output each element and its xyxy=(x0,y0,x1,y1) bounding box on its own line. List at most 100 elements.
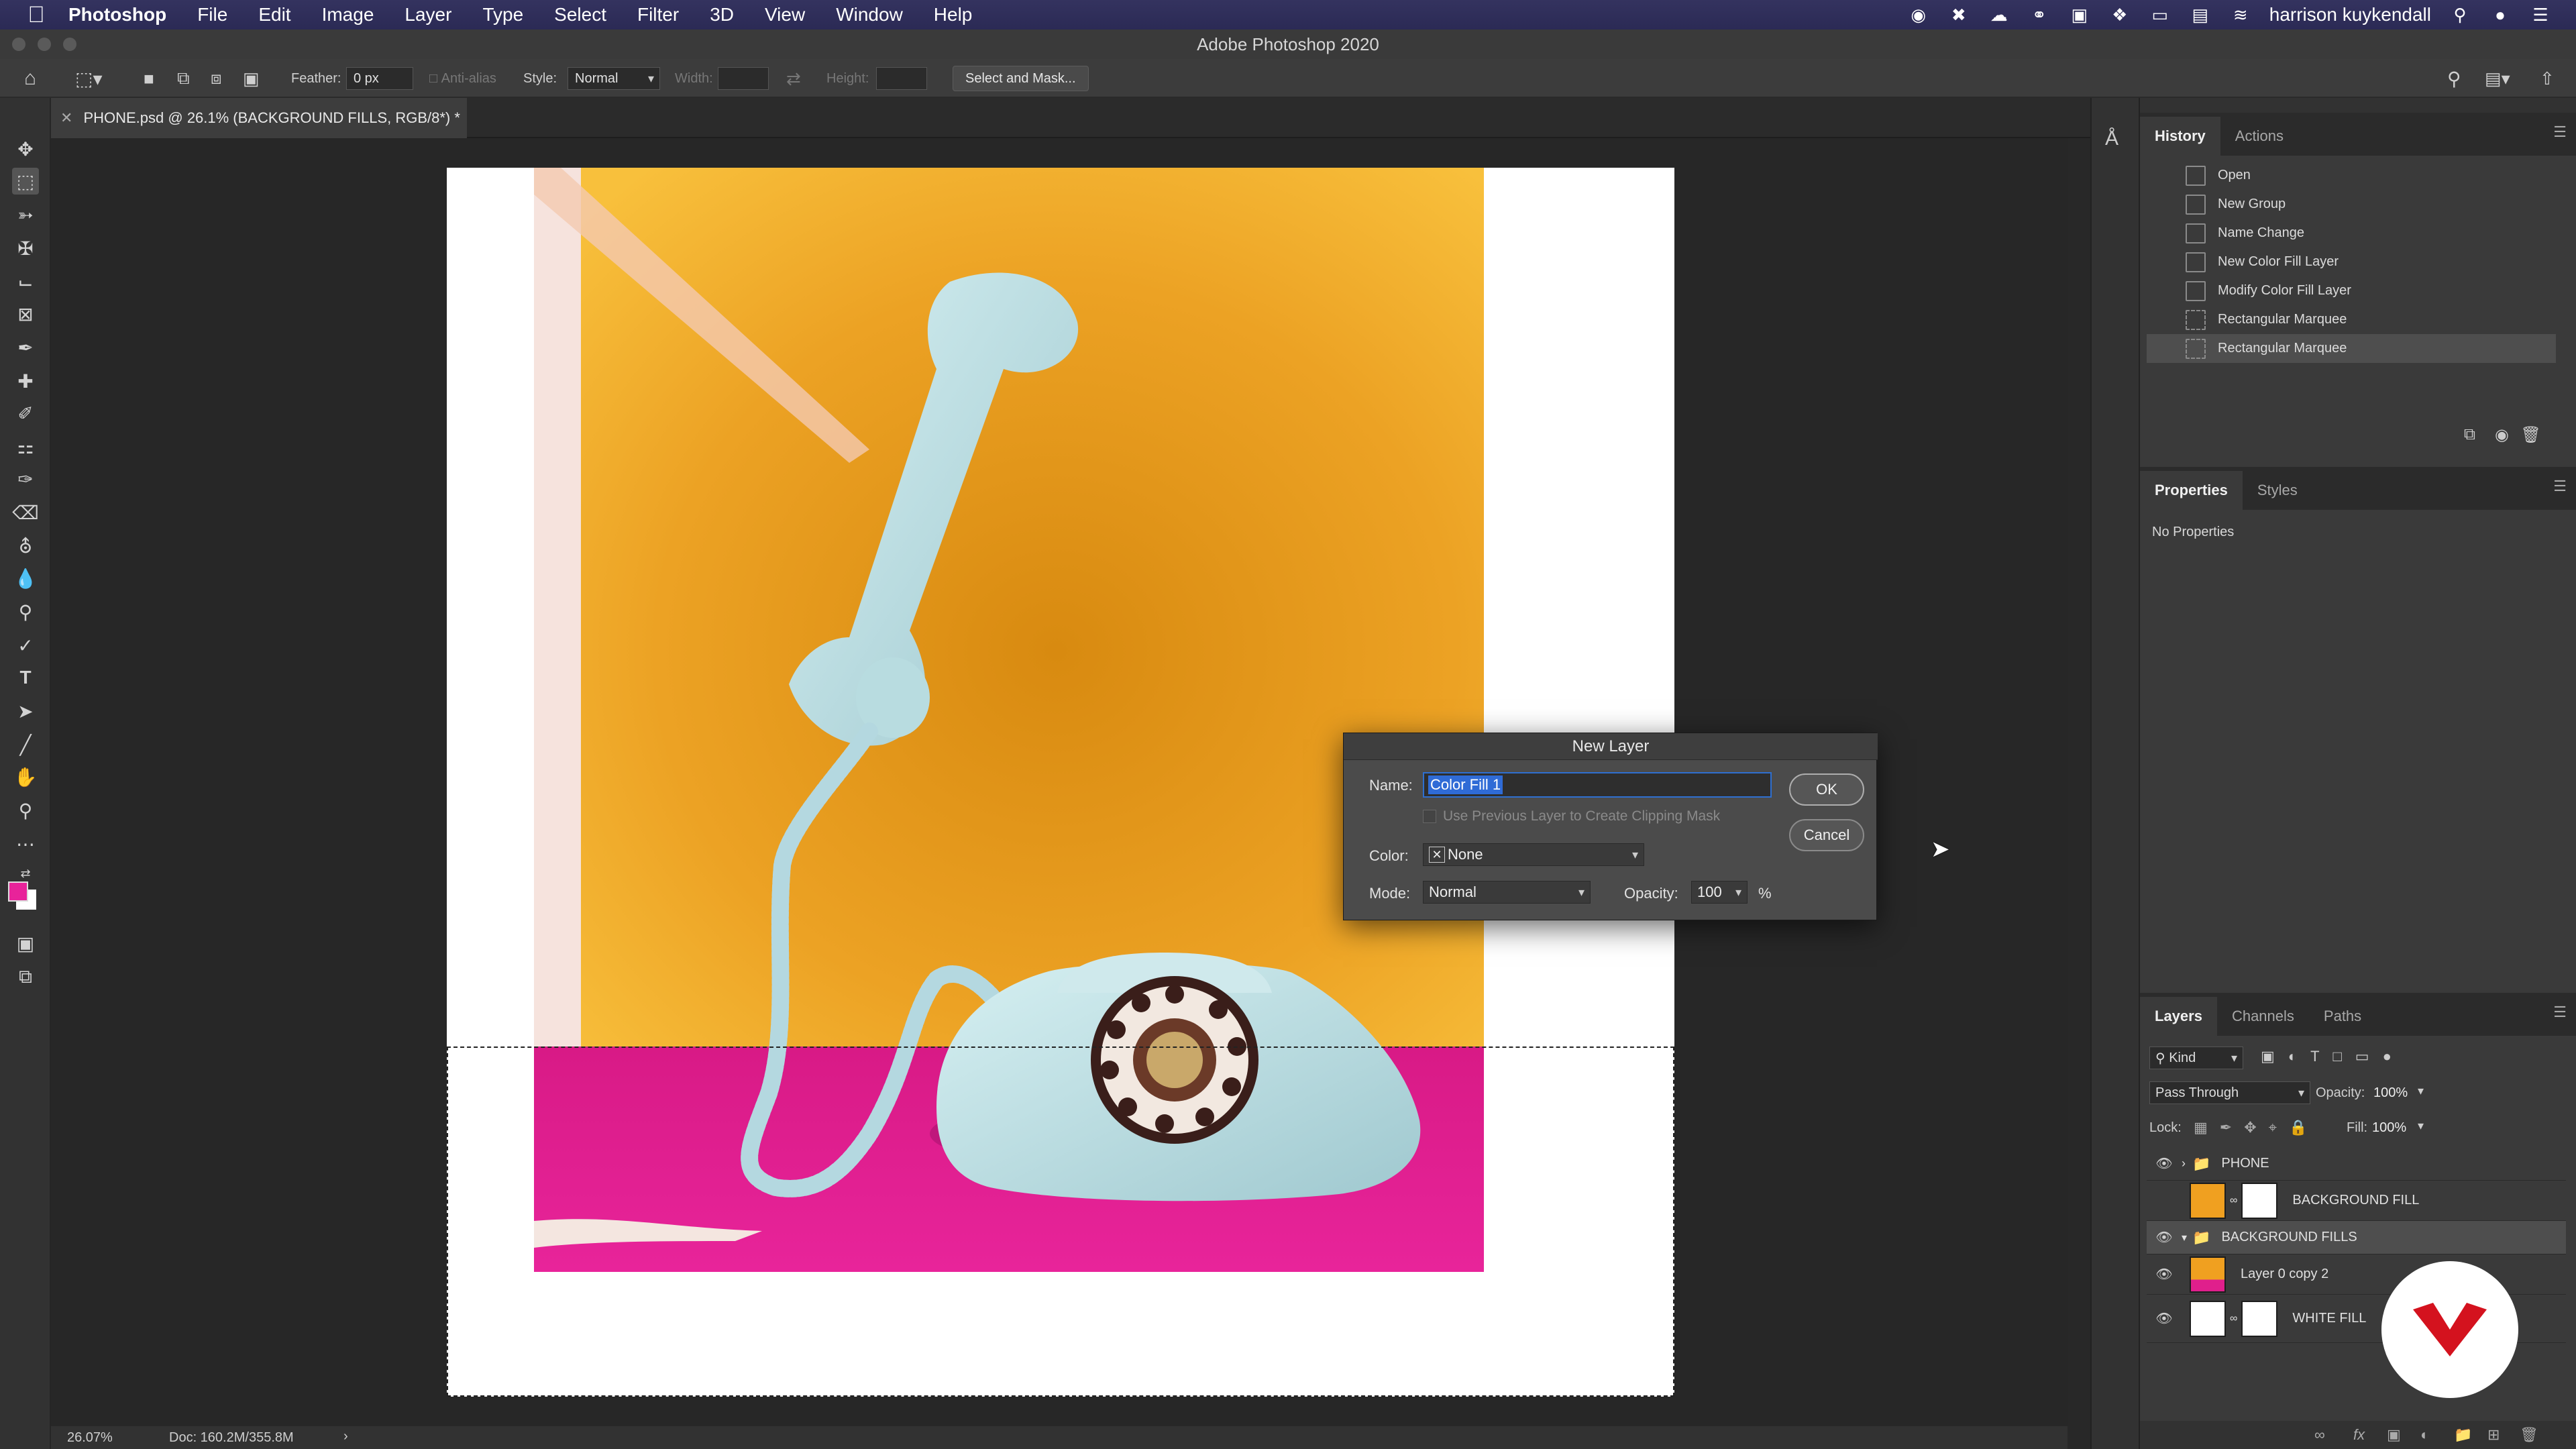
lock-icons[interactable]: ▦✒✥⌖🔒 xyxy=(2194,1119,2319,1136)
zoom-level[interactable]: 26.07% xyxy=(67,1430,113,1446)
move-tool-icon[interactable]: ✥ xyxy=(12,136,39,162)
type-tool-icon[interactable]: T xyxy=(12,664,39,691)
link-layers-icon[interactable]: ∞ xyxy=(2314,1426,2325,1444)
lasso-tool-icon[interactable]: ➳ xyxy=(12,201,39,228)
screen-icon[interactable]: ▣ xyxy=(2068,5,2091,25)
antialias-checkbox[interactable]: □ Anti-alias xyxy=(429,59,496,98)
menu-edit[interactable]: Edit xyxy=(258,4,290,25)
paint-bucket-tool-icon[interactable]: ⛢ xyxy=(12,533,39,559)
cancel-button[interactable]: Cancel xyxy=(1789,819,1864,851)
close-window-button[interactable] xyxy=(12,38,25,51)
quick-selection-tool-icon[interactable]: ✠ xyxy=(12,235,39,262)
menu-window[interactable]: Window xyxy=(836,4,903,25)
menu-filter[interactable]: Filter xyxy=(637,4,679,25)
document-tab[interactable]: ✕ PHONE.psd @ 26.1% (BACKGROUND FILLS, R… xyxy=(51,98,467,138)
pen-tool-icon[interactable]: ✓ xyxy=(12,632,39,659)
eye-icon[interactable]: 👁 xyxy=(2152,1155,2176,1172)
link-icon[interactable]: ∞ xyxy=(2230,1313,2237,1325)
wifi-icon[interactable]: ≋ xyxy=(2229,5,2252,25)
brush-tool-icon[interactable]: ✐ xyxy=(12,400,39,427)
zoom-tool-icon[interactable]: ⚲ xyxy=(12,797,39,824)
new-document-from-state-icon[interactable]: ⧉ xyxy=(2464,425,2475,444)
menu-help[interactable]: Help xyxy=(934,4,973,25)
style-select[interactable]: Normal ▾ xyxy=(568,67,660,90)
chevron-down-icon[interactable]: ▾ xyxy=(1735,885,1741,900)
layer-name-input[interactable]: Color Fill 1 xyxy=(1423,772,1772,798)
airplay-icon[interactable]: ▭ xyxy=(2149,5,2171,25)
clone-stamp-tool-icon[interactable]: ⚏ xyxy=(12,433,39,460)
chevron-down-icon[interactable]: ▾ xyxy=(2418,1119,2424,1133)
panel-menu-icon[interactable]: ☰ xyxy=(2553,1004,2567,1021)
add-selection-icon[interactable]: ⧉ xyxy=(177,59,190,98)
rectangular-marquee-tool-icon[interactable]: ⬚ xyxy=(12,168,39,195)
tab-properties[interactable]: Properties xyxy=(2140,471,2243,510)
tab-layers[interactable]: Layers xyxy=(2140,997,2217,1036)
trash-icon[interactable]: 🗑 xyxy=(2521,425,2541,445)
intersect-selection-icon[interactable]: ▣ xyxy=(243,59,260,98)
eye-icon[interactable]: 👁 xyxy=(2152,1266,2176,1283)
more-tools-icon[interactable]: ⋯ xyxy=(12,830,39,857)
status-menu-arrow-icon[interactable]: › xyxy=(343,1429,348,1444)
tab-actions[interactable]: Actions xyxy=(2220,117,2298,156)
dropbox-icon[interactable]: ❖ xyxy=(2108,5,2131,25)
siri-icon[interactable]: ● xyxy=(2489,5,2512,25)
spotlight-search-icon[interactable]: ⚲ xyxy=(2449,5,2471,25)
history-item[interactable]: Modify Color Fill Layer xyxy=(2147,276,2556,305)
menu-app[interactable]: Photoshop xyxy=(68,4,166,25)
notification-center-icon[interactable]: ☰ xyxy=(2529,5,2552,25)
fill-value[interactable]: 100% xyxy=(2372,1120,2406,1136)
blur-tool-icon[interactable]: 💧 xyxy=(12,565,39,592)
line-tool-icon[interactable]: ╱ xyxy=(12,731,39,758)
character-panel-icon[interactable]: Å xyxy=(2105,127,2118,150)
adjustment-layer-icon[interactable]: ◐ xyxy=(2420,1426,2429,1444)
zoom-window-button[interactable] xyxy=(63,38,76,51)
feather-input[interactable]: 0 px xyxy=(346,67,413,90)
panel-menu-icon[interactable]: ☰ xyxy=(2553,123,2567,141)
opacity-value[interactable]: 100% xyxy=(2373,1085,2408,1101)
mode-select[interactable]: Normal ▾ xyxy=(1423,881,1591,904)
eye-icon[interactable]: 👁 xyxy=(2152,1229,2176,1246)
history-brush-tool-icon[interactable]: ✑ xyxy=(12,466,39,492)
eye-icon[interactable]: 👁 xyxy=(2152,1310,2176,1327)
layer-row-background-fill[interactable]: ∞ BACKGROUND FILL xyxy=(2147,1181,2566,1221)
blend-mode-select[interactable]: Pass Through ▾ xyxy=(2149,1081,2310,1104)
fx-icon[interactable]: fx xyxy=(2353,1426,2365,1444)
select-and-mask-button[interactable]: Select and Mask... xyxy=(953,66,1089,91)
hand-tool-icon[interactable]: ✋ xyxy=(12,763,39,790)
history-item[interactable]: Name Change xyxy=(2147,219,2556,248)
mirror-icon[interactable]: ▤ xyxy=(2189,5,2212,25)
user-name[interactable]: harrison kuykendall xyxy=(2269,4,2431,25)
menu-type[interactable]: Type xyxy=(482,4,523,25)
menu-3d[interactable]: 3D xyxy=(710,4,734,25)
history-item[interactable]: Rectangular Marquee xyxy=(2147,305,2556,334)
tab-styles[interactable]: Styles xyxy=(2243,471,2312,510)
new-layer-icon[interactable]: ⊞ xyxy=(2487,1426,2500,1444)
selection-marquee[interactable] xyxy=(447,1046,1674,1397)
new-selection-icon[interactable]: ■ xyxy=(144,59,154,98)
tab-paths[interactable]: Paths xyxy=(2309,997,2376,1036)
snapshot-camera-icon[interactable]: ◉ xyxy=(2495,425,2509,445)
apple-menu-icon[interactable]:  xyxy=(24,3,48,27)
marquee-preset-icon[interactable]: ⬚▾ xyxy=(75,59,103,98)
width-input[interactable] xyxy=(718,67,769,90)
chevron-right-icon[interactable]: › xyxy=(2182,1157,2186,1171)
workspace-icon[interactable]: ▤▾ xyxy=(2485,59,2510,98)
tools-icon[interactable]: ✖ xyxy=(1947,5,1970,25)
new-group-icon[interactable]: 📁 xyxy=(2454,1426,2472,1444)
arc-icon[interactable]: ⚭ xyxy=(2028,5,2051,25)
frame-tool-icon[interactable]: ⊠ xyxy=(12,301,39,327)
menu-file[interactable]: File xyxy=(197,4,227,25)
path-selection-tool-icon[interactable]: ➤ xyxy=(12,698,39,724)
search-icon[interactable]: ⚲ xyxy=(2447,59,2461,98)
tab-channels[interactable]: Channels xyxy=(2217,997,2309,1036)
height-input[interactable] xyxy=(876,67,927,90)
history-item[interactable]: New Color Fill Layer xyxy=(2147,248,2556,276)
color-select[interactable]: ✕ None ▾ xyxy=(1423,843,1644,866)
quick-mask-icon[interactable]: ▣ xyxy=(12,930,39,957)
healing-brush-tool-icon[interactable]: ✚ xyxy=(12,368,39,394)
tab-history[interactable]: History xyxy=(2140,117,2220,156)
layer-filter-select[interactable]: ⚲ Kind ▾ xyxy=(2149,1046,2243,1069)
clipping-mask-checkbox[interactable] xyxy=(1423,810,1436,823)
link-icon[interactable]: ∞ xyxy=(2230,1195,2237,1207)
creative-cloud-icon[interactable]: ☁ xyxy=(1988,5,2010,25)
